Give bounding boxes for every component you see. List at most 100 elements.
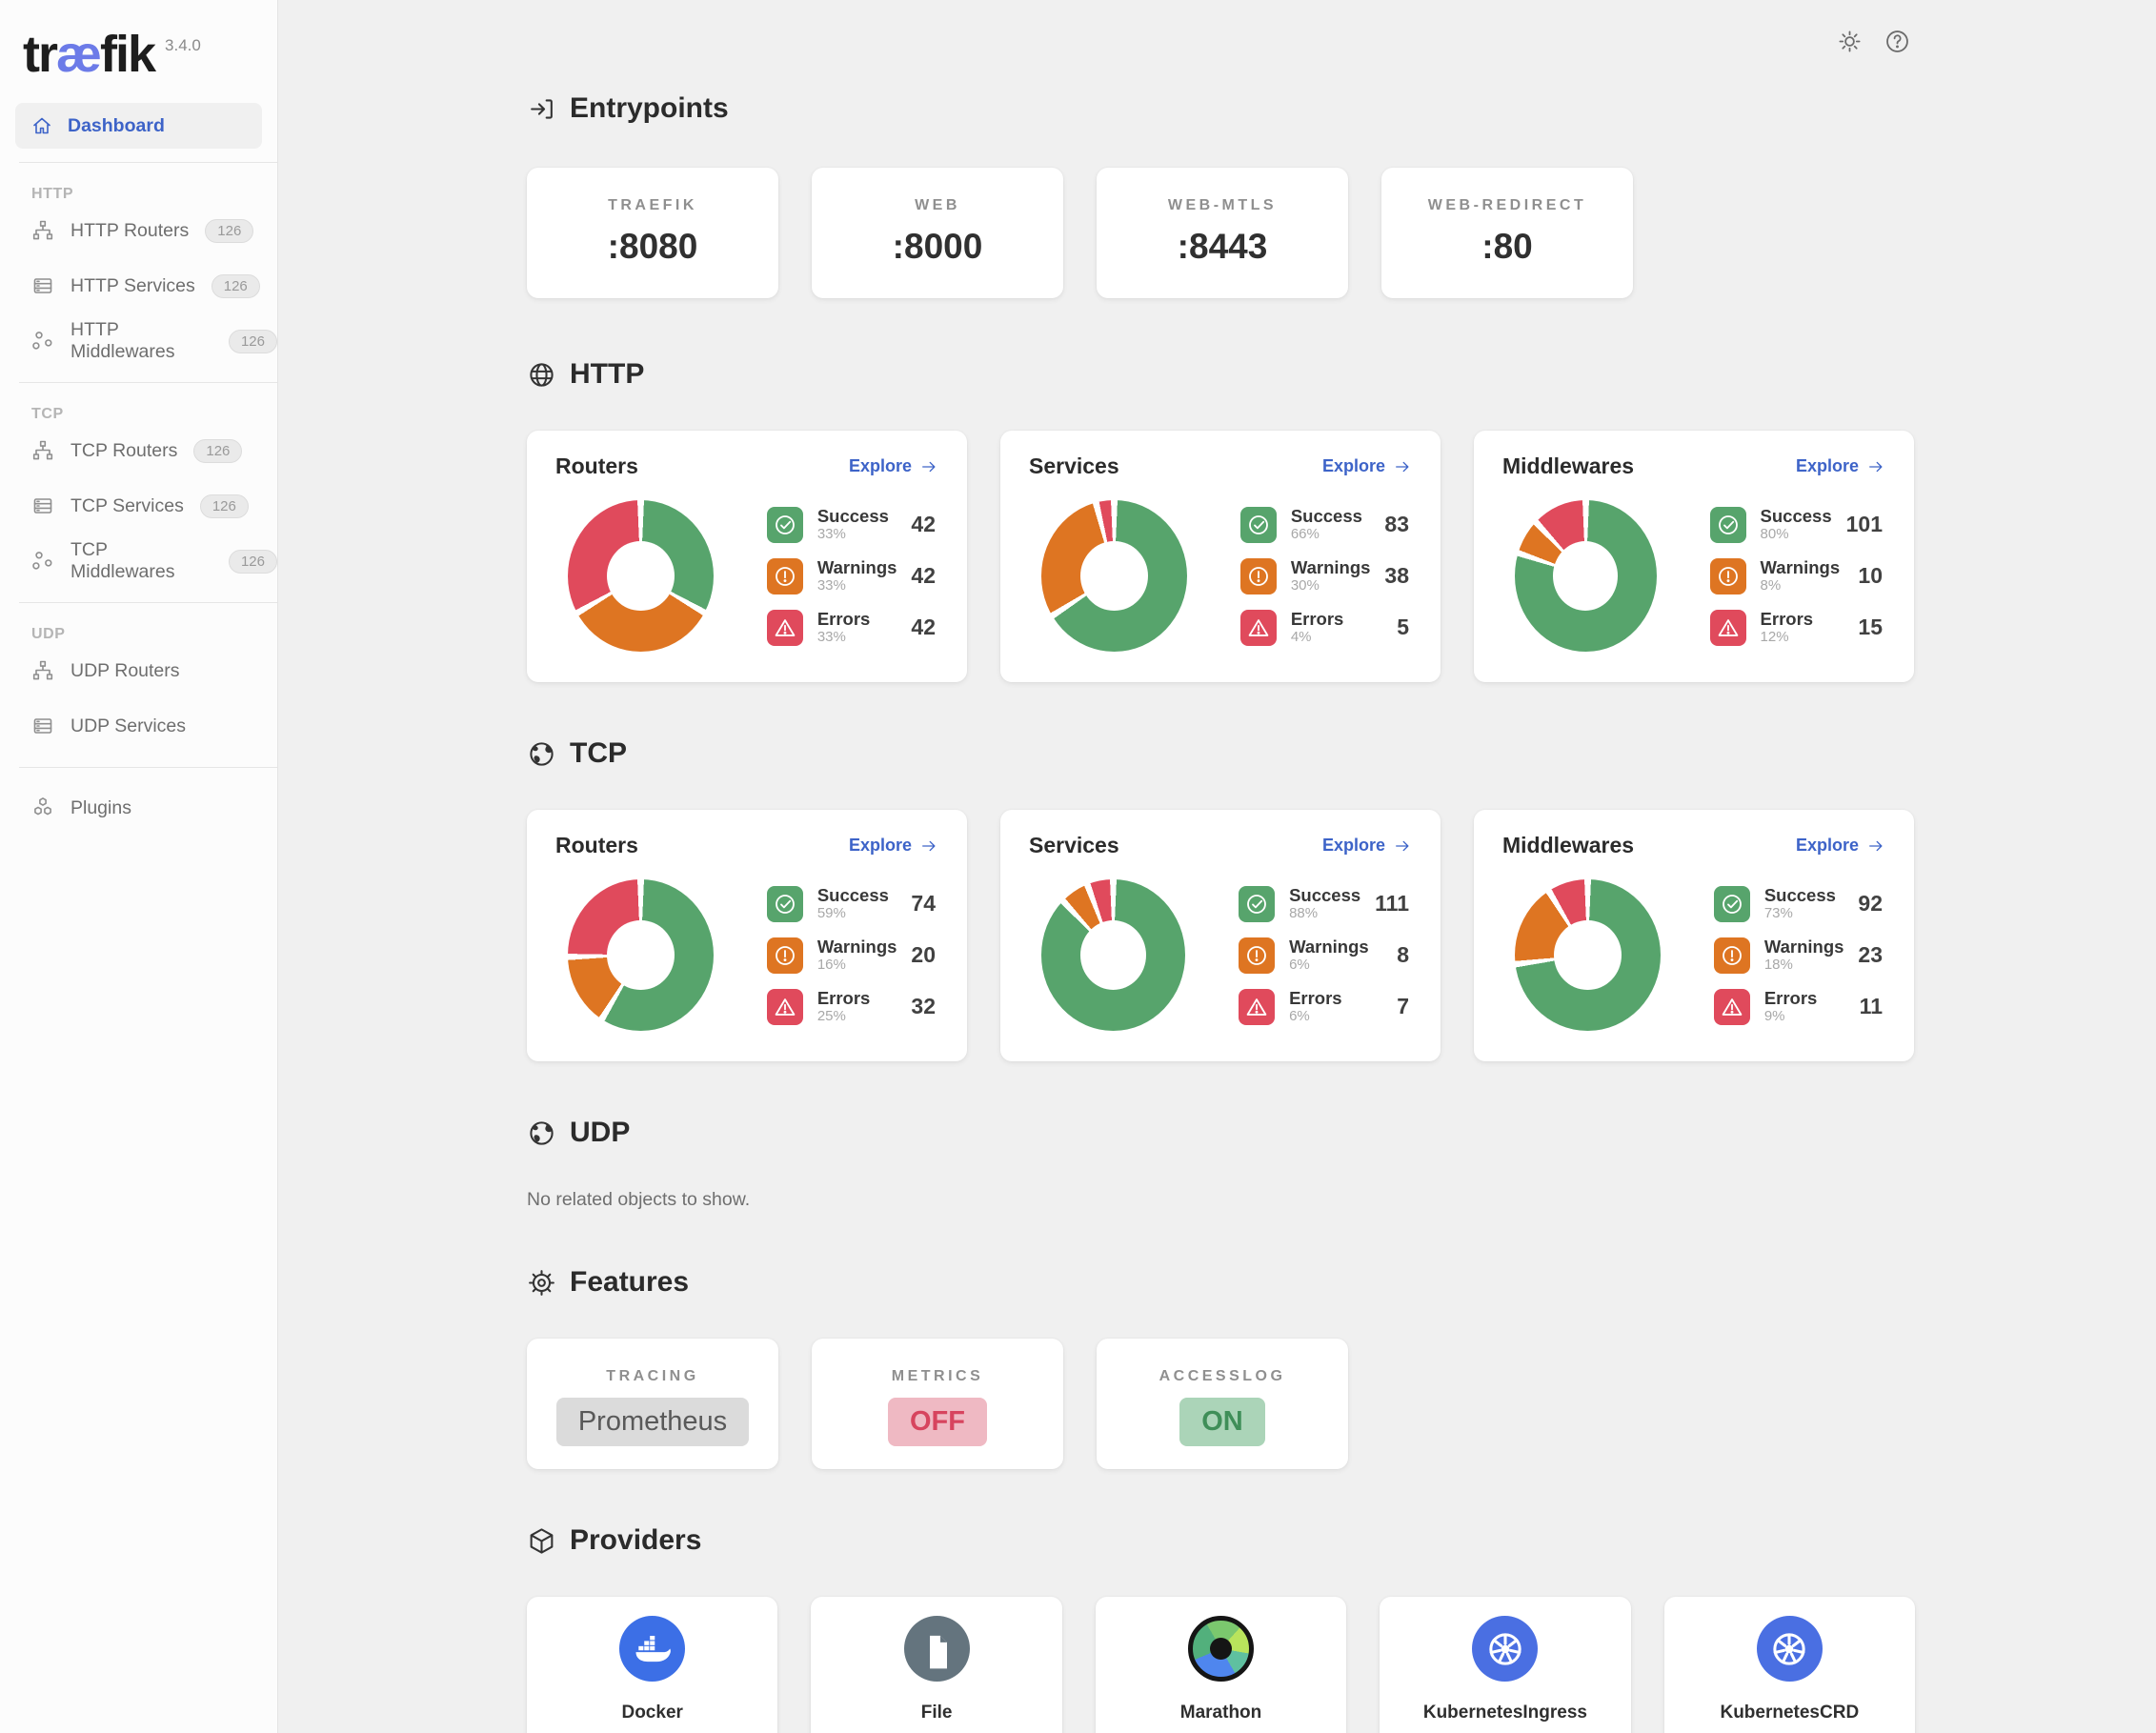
sidebar-item-label: Dashboard bbox=[68, 115, 165, 137]
explore-link[interactable]: Explore bbox=[1322, 456, 1412, 476]
entrypoint-port: :8080 bbox=[527, 227, 778, 267]
success-icon bbox=[1240, 507, 1277, 543]
sidebar-item-udp-routers[interactable]: UDP Routers bbox=[0, 643, 277, 698]
stat-row: Success73% 92 bbox=[1714, 886, 1883, 922]
docker-whale-icon bbox=[619, 1616, 685, 1682]
stat-value: 8 bbox=[1397, 942, 1409, 968]
sidebar-section-http: HTTP bbox=[31, 186, 277, 203]
section-title: HTTP bbox=[570, 358, 644, 391]
card-title: Routers bbox=[555, 833, 638, 858]
card-title: Services bbox=[1029, 453, 1119, 479]
success-icon bbox=[1714, 886, 1750, 922]
sign-in-icon bbox=[527, 94, 556, 124]
provider-name: KubernetesIngress bbox=[1380, 1703, 1630, 1723]
sidebar-item-http-services[interactable]: HTTP Services 126 bbox=[0, 258, 277, 313]
feature-value-badge: Prometheus bbox=[556, 1398, 749, 1446]
sidebar-item-tcp-services[interactable]: TCP Services 126 bbox=[0, 478, 277, 534]
stat-row: Success59% 74 bbox=[767, 886, 936, 922]
stat-value: 23 bbox=[1858, 942, 1883, 968]
explore-link[interactable]: Explore bbox=[1796, 836, 1885, 856]
explore-link[interactable]: Explore bbox=[1796, 456, 1885, 476]
services-icon bbox=[31, 494, 54, 517]
provider-card-kubernetesingress: KubernetesIngress bbox=[1380, 1597, 1630, 1733]
stat-row: Errors4% 5 bbox=[1240, 610, 1409, 646]
kubernetes-helm-icon bbox=[1472, 1616, 1538, 1682]
count-badge: 126 bbox=[229, 550, 277, 574]
stat-row: Success66% 83 bbox=[1240, 507, 1409, 543]
warning-icon bbox=[1710, 558, 1746, 594]
globe-earth-icon bbox=[527, 739, 556, 769]
stat-row: Errors9% 11 bbox=[1714, 989, 1883, 1025]
routers-icon bbox=[31, 439, 54, 462]
count-badge: 126 bbox=[200, 494, 249, 518]
tcp-middlewares-card: Middlewares Explore Success73% 92 Warnin… bbox=[1474, 810, 1914, 1061]
help-circle-icon bbox=[1884, 29, 1910, 54]
version-label: 3.4.0 bbox=[165, 36, 201, 55]
sidebar-item-http-routers[interactable]: HTTP Routers 126 bbox=[0, 203, 277, 258]
entrypoint-card-traefik: TRAEFIK :8080 bbox=[527, 168, 778, 298]
main-content: Entrypoints TRAEFIK :8080 WEB :8000 WEB-… bbox=[278, 0, 2156, 1733]
entrypoints-header: Entrypoints bbox=[527, 91, 1915, 126]
arrow-right-icon bbox=[1393, 836, 1412, 856]
entrypoint-port: :8443 bbox=[1097, 227, 1348, 267]
stat-row: Warnings18% 23 bbox=[1714, 937, 1883, 974]
card-title: Middlewares bbox=[1502, 453, 1634, 479]
stat-row: Errors6% 7 bbox=[1239, 989, 1409, 1025]
tcp-cards-row: Routers Explore Success59% 74 Warnings16… bbox=[527, 810, 1915, 1061]
features-header: Features bbox=[527, 1265, 1915, 1300]
warning-icon bbox=[1239, 937, 1275, 974]
entrypoint-card-web-redirect: WEB-REDIRECT :80 bbox=[1381, 168, 1633, 298]
success-icon bbox=[767, 507, 803, 543]
sidebar-item-tcp-middlewares[interactable]: TCP Middlewares 126 bbox=[0, 534, 277, 589]
section-title: UDP bbox=[570, 1117, 630, 1149]
entrypoint-name: WEB-MTLS bbox=[1097, 197, 1348, 214]
donut-chart bbox=[568, 879, 714, 1031]
arrow-right-icon bbox=[919, 457, 938, 476]
stat-row: Warnings8% 10 bbox=[1710, 558, 1883, 594]
http-cards-row: Routers Explore Success33% 42 Warnings33… bbox=[527, 431, 1915, 682]
http-header: HTTP bbox=[527, 357, 1915, 392]
stat-value: 15 bbox=[1858, 615, 1883, 640]
marathon-icon bbox=[1188, 1616, 1254, 1682]
file-icon bbox=[904, 1616, 970, 1682]
stat-value: 42 bbox=[911, 563, 936, 589]
providers-header: Providers bbox=[527, 1523, 1915, 1558]
sidebar-item-tcp-routers[interactable]: TCP Routers 126 bbox=[0, 423, 277, 478]
sun-icon bbox=[1837, 29, 1863, 54]
http-middlewares-card: Middlewares Explore Success80% 101 Warni… bbox=[1474, 431, 1914, 682]
stat-value: 32 bbox=[911, 994, 936, 1019]
error-icon bbox=[1239, 989, 1275, 1025]
success-icon bbox=[1710, 507, 1746, 543]
sidebar-item-udp-services[interactable]: UDP Services bbox=[0, 698, 277, 754]
sidebar-item-dashboard[interactable]: Dashboard bbox=[15, 103, 262, 149]
stat-value: 5 bbox=[1397, 615, 1409, 640]
theme-toggle-button[interactable] bbox=[1837, 29, 1863, 54]
divider bbox=[19, 602, 277, 603]
feature-card-tracing: TRACING Prometheus bbox=[527, 1339, 778, 1469]
feature-value-badge: ON bbox=[1179, 1398, 1265, 1446]
sidebar-section-udp: UDP bbox=[31, 626, 277, 643]
help-button[interactable] bbox=[1884, 29, 1910, 54]
donut-chart bbox=[1515, 500, 1657, 652]
explore-link[interactable]: Explore bbox=[849, 456, 938, 476]
sidebar-section-tcp: TCP bbox=[31, 406, 277, 423]
sidebar-item-http-middlewares[interactable]: HTTP Middlewares 126 bbox=[0, 313, 277, 369]
services-icon bbox=[31, 715, 54, 737]
stat-row: Warnings6% 8 bbox=[1239, 937, 1409, 974]
sidebar-item-plugins[interactable]: Plugins bbox=[0, 780, 277, 836]
stat-value: 74 bbox=[911, 891, 936, 917]
routers-icon bbox=[31, 219, 54, 242]
arrow-right-icon bbox=[1866, 457, 1885, 476]
provider-name: File bbox=[811, 1703, 1061, 1723]
entrypoint-name: TRAEFIK bbox=[527, 197, 778, 214]
explore-link[interactable]: Explore bbox=[1322, 836, 1412, 856]
stat-row: Errors12% 15 bbox=[1710, 610, 1883, 646]
provider-name: KubernetesCRD bbox=[1664, 1703, 1915, 1723]
card-title: Services bbox=[1029, 833, 1119, 858]
kubernetes-helm-icon bbox=[1757, 1616, 1823, 1682]
tcp-services-card: Services Explore Success88% 111 Warnings… bbox=[1000, 810, 1441, 1061]
card-title: Routers bbox=[555, 453, 638, 479]
explore-link[interactable]: Explore bbox=[849, 836, 938, 856]
section-title: TCP bbox=[570, 737, 627, 770]
stat-value: 7 bbox=[1397, 994, 1409, 1019]
